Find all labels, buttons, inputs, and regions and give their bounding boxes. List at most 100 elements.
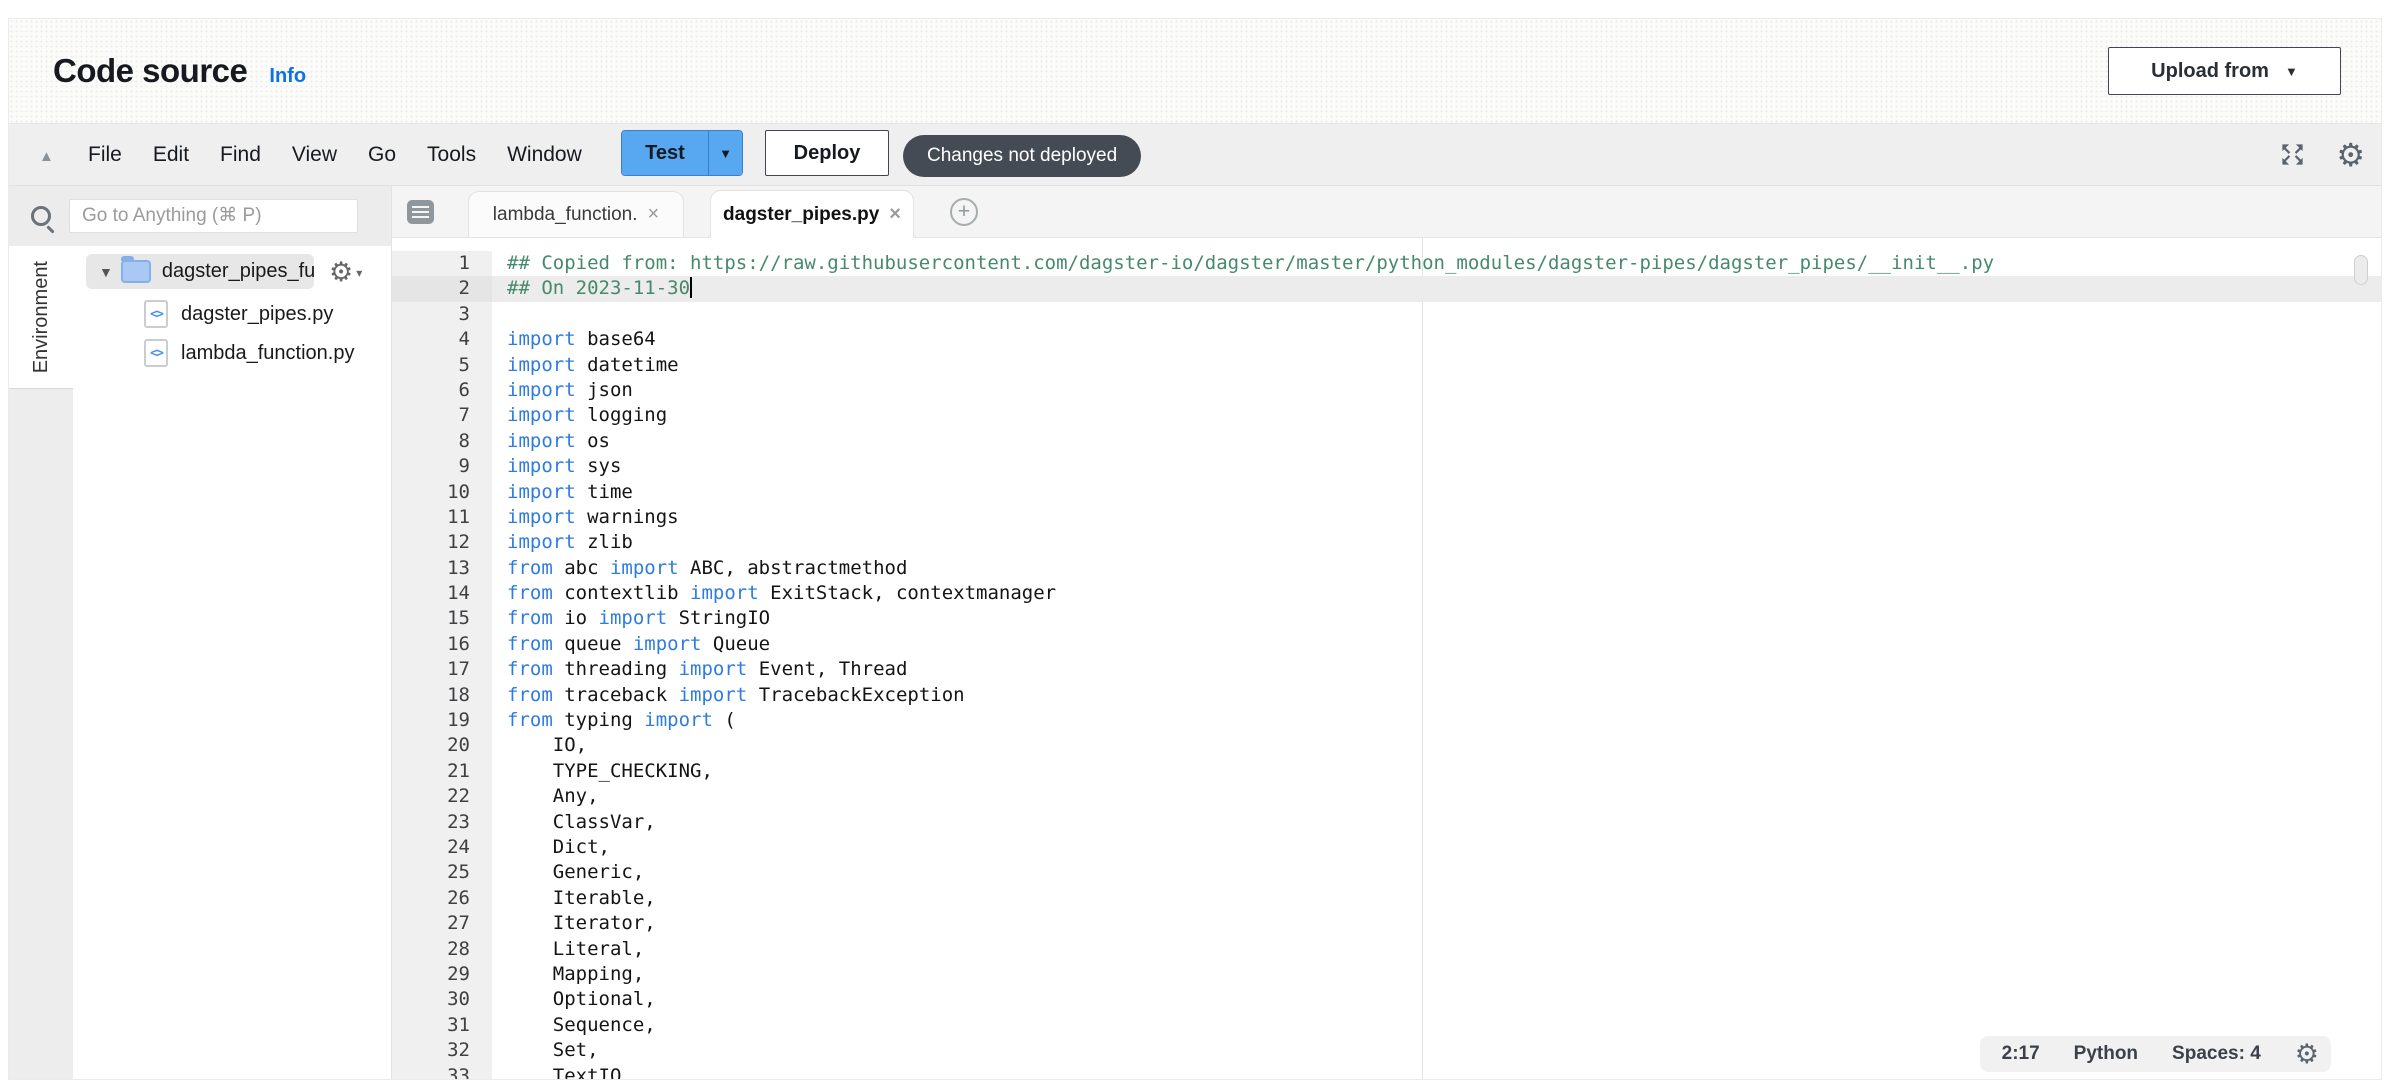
folder-name: dagster_pipes_funct (162, 260, 314, 283)
line-number: 30 (392, 987, 492, 1012)
line-number: 26 (392, 886, 492, 911)
line-content: import warnings (492, 505, 2381, 530)
tree-settings-button[interactable]: ⚙ ▾ (329, 259, 362, 286)
vertical-scrollbar-thumb[interactable] (2354, 255, 2368, 285)
menu-file[interactable]: File (88, 143, 122, 167)
line-number: 18 (392, 683, 492, 708)
folder-expand-icon[interactable]: ▼ (99, 264, 113, 280)
close-tab-icon[interactable]: × (889, 203, 901, 226)
code-line[interactable]: 7import logging (392, 403, 2381, 428)
menu-window[interactable]: Window (507, 143, 582, 167)
code-line[interactable]: 14from contextlib import ExitStack, cont… (392, 581, 2381, 606)
goto-anything-bar (9, 186, 391, 246)
dropdown-caret-icon: ▼ (719, 146, 732, 161)
line-content: import sys (492, 454, 2381, 479)
tab-environment[interactable]: Environment (9, 246, 73, 388)
collapse-panel-icon[interactable]: ▲ (39, 148, 54, 165)
code-line[interactable]: 4import base64 (392, 327, 2381, 352)
menu-view[interactable]: View (292, 143, 337, 167)
language-mode[interactable]: Python (2074, 1043, 2138, 1065)
menu-find[interactable]: Find (220, 143, 261, 167)
line-number: 5 (392, 353, 492, 378)
search-icon[interactable] (31, 206, 51, 226)
editor-settings-gear-icon[interactable]: ⚙ (2295, 1041, 2319, 1068)
code-line[interactable]: 6import json (392, 378, 2381, 403)
close-tab-icon[interactable]: × (648, 203, 660, 226)
code-line[interactable]: 5import datetime (392, 353, 2381, 378)
line-number: 2 (392, 276, 492, 301)
upload-from-button[interactable]: Upload from ▼ (2108, 47, 2341, 95)
code-line[interactable]: 3 (392, 302, 2381, 327)
code-line[interactable]: 30 Optional, (392, 987, 2381, 1012)
test-button[interactable]: Test (622, 131, 708, 175)
line-content: ## Copied from: https://raw.githubuserco… (492, 251, 2381, 276)
tab-dagster-pipes[interactable]: dagster_pipes.py × (710, 190, 914, 238)
code-line[interactable]: 21 TYPE_CHECKING, (392, 759, 2381, 784)
line-content (492, 302, 2381, 327)
line-number: 14 (392, 581, 492, 606)
code-line[interactable]: 15from io import StringIO (392, 606, 2381, 631)
code-line[interactable]: 28 Literal, (392, 937, 2381, 962)
test-dropdown-button[interactable]: ▼ (708, 131, 742, 175)
code-line[interactable]: 13from abc import ABC, abstractmethod (392, 556, 2381, 581)
side-tab-strip: Environment (9, 246, 73, 1079)
code-line[interactable]: 19from typing import ( (392, 708, 2381, 733)
code-line[interactable]: 1## Copied from: https://raw.githubuserc… (392, 251, 2381, 276)
goto-anything-input[interactable] (69, 199, 358, 233)
line-content: import logging (492, 403, 2381, 428)
code-line[interactable]: 10import time (392, 480, 2381, 505)
menu-go[interactable]: Go (368, 143, 396, 167)
info-link[interactable]: Info (269, 65, 306, 88)
tab-list-icon[interactable] (407, 200, 434, 224)
code-line[interactable]: 26 Iterable, (392, 886, 2381, 911)
code-line[interactable]: 12import zlib (392, 530, 2381, 555)
code-line[interactable]: 20 IO, (392, 733, 2381, 758)
editor-tabbar: lambda_function. × dagster_pipes.py × + (392, 186, 2381, 238)
line-content: from typing import ( (492, 708, 2381, 733)
dropdown-caret-icon: ▼ (2285, 64, 2298, 79)
line-number: 21 (392, 759, 492, 784)
editor-statusbar: 2:17 Python Spaces: 4 ⚙ (1980, 1036, 2331, 1072)
menu-edit[interactable]: Edit (153, 143, 189, 167)
code-line[interactable]: 8import os (392, 429, 2381, 454)
sidebar: Environment ▼ dagster_pipes_funct ⚙ ▾ (9, 186, 391, 1079)
line-number: 6 (392, 378, 492, 403)
tree-file-lambda-function[interactable]: <> lambda_function.py (144, 339, 391, 367)
cursor-position[interactable]: 2:17 (2002, 1043, 2040, 1065)
code-line[interactable]: 27 Iterator, (392, 911, 2381, 936)
menu-tools[interactable]: Tools (427, 143, 476, 167)
code-line[interactable]: 2## On 2023-11-30 (392, 276, 2381, 301)
settings-gear-icon[interactable]: ⚙ (2336, 139, 2365, 171)
tree-file-dagster-pipes[interactable]: <> dagster_pipes.py (144, 300, 391, 328)
tab-lambda-function[interactable]: lambda_function. × (468, 191, 684, 237)
code-line[interactable]: 25 Generic, (392, 860, 2381, 885)
line-content: from abc import ABC, abstractmethod (492, 556, 2381, 581)
code-line[interactable]: 18from traceback import TracebackExcepti… (392, 683, 2381, 708)
code-line[interactable]: 29 Mapping, (392, 962, 2381, 987)
deploy-button[interactable]: Deploy (765, 130, 889, 176)
code-editor[interactable]: 1## Copied from: https://raw.githubuserc… (392, 238, 2381, 1079)
line-number: 9 (392, 454, 492, 479)
page-title: Code source (53, 52, 247, 90)
code-line[interactable]: 24 Dict, (392, 835, 2381, 860)
new-tab-icon[interactable]: + (950, 198, 978, 226)
code-line[interactable]: 23 ClassVar, (392, 810, 2381, 835)
tree-folder-row[interactable]: ▼ dagster_pipes_funct (86, 254, 314, 289)
line-number: 12 (392, 530, 492, 555)
line-number: 25 (392, 860, 492, 885)
line-content: import base64 (492, 327, 2381, 352)
line-content: from threading import Event, Thread (492, 657, 2381, 682)
line-number: 16 (392, 632, 492, 657)
code-line[interactable]: 31 Sequence, (392, 1013, 2381, 1038)
code-line[interactable]: 9import sys (392, 454, 2381, 479)
code-line[interactable]: 11import warnings (392, 505, 2381, 530)
line-content: Iterable, (492, 886, 2381, 911)
line-number: 8 (392, 429, 492, 454)
indentation-setting[interactable]: Spaces: 4 (2172, 1043, 2261, 1065)
code-line[interactable]: 16from queue import Queue (392, 632, 2381, 657)
code-line[interactable]: 22 Any, (392, 784, 2381, 809)
line-number: 33 (392, 1064, 492, 1080)
code-line[interactable]: 17from threading import Event, Thread (392, 657, 2381, 682)
line-content: TYPE_CHECKING, (492, 759, 2381, 784)
fullscreen-icon[interactable] (2279, 141, 2306, 168)
